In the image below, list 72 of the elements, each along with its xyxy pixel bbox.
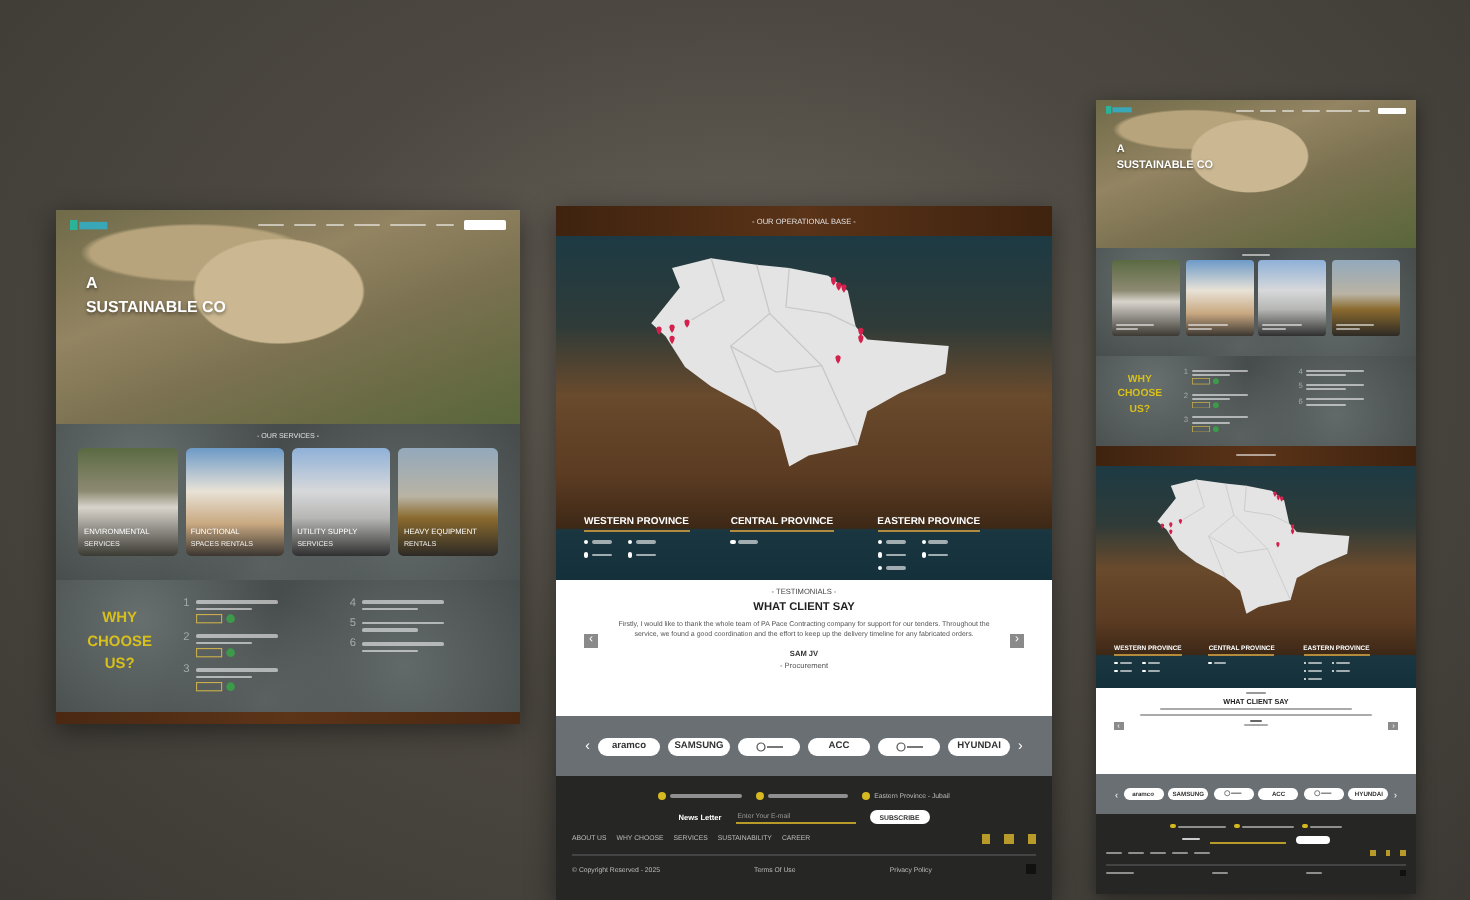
text-line [1106,872,1135,875]
city-entry [877,552,906,558]
city-entry [877,565,906,570]
service-card[interactable] [1185,260,1254,336]
text-line [1236,454,1276,457]
logo-mark-icon [755,741,783,751]
why-title: WHY CHOOSE US? [85,606,154,674]
city-entry [921,552,949,558]
city-entry [877,539,906,545]
text-line [1212,872,1229,875]
text-line [361,600,444,604]
text-line [361,628,418,632]
city-entry [584,539,612,545]
service-card[interactable] [1332,260,1401,336]
text-line [195,600,278,604]
quote-button[interactable] [463,220,506,230]
city-entry [921,539,949,545]
text-line [195,641,252,645]
social-icon[interactable] [1399,850,1406,857]
text-line [1178,825,1226,828]
text-line [195,668,278,672]
location-icon [1302,823,1308,829]
text-line [1245,692,1267,695]
phone-icon [658,792,667,800]
text-line [1281,109,1295,112]
email-icon [1234,823,1240,829]
text-line [1193,852,1210,855]
text-line [325,223,345,227]
quote-button[interactable] [1377,107,1406,114]
social-icon[interactable] [981,834,990,843]
text-line [1358,109,1371,112]
text-line [195,634,278,638]
phone-icon [1170,823,1177,829]
text-line [361,649,418,653]
text-line [361,642,444,646]
text-line [1260,109,1276,112]
text-line [361,621,444,625]
text-line [1310,825,1342,828]
city-entry [627,539,656,545]
text-line [768,794,849,798]
city-entry [627,552,656,558]
text-line [435,223,455,227]
location-icon [862,792,871,800]
text-line [389,223,427,227]
social-icon[interactable] [1385,850,1391,857]
social-icon[interactable] [1370,850,1377,857]
service-card[interactable] [1258,260,1327,336]
text-line [1241,825,1294,828]
text-line [195,607,252,611]
logo-mark-icon [895,741,923,751]
text-line [1305,872,1322,875]
text-line [258,223,285,227]
city-entry [584,552,612,558]
text-line [1172,852,1188,855]
subscribe-button[interactable] [1296,835,1330,845]
text-line [195,675,252,679]
text-line [353,223,380,227]
text-line [1106,852,1122,855]
text-line [1128,852,1144,855]
text-line [1182,838,1201,841]
service-card[interactable] [1111,260,1180,336]
text-line [1235,109,1254,112]
text-line [670,794,743,798]
social-icon[interactable] [1027,834,1036,843]
text-line [1150,852,1166,855]
email-icon [756,792,765,800]
city-entry [730,539,759,545]
text-line [293,223,317,227]
text-line [1325,109,1352,112]
text-line [1301,109,1320,112]
text-line [361,607,418,611]
text-line [1241,253,1271,256]
